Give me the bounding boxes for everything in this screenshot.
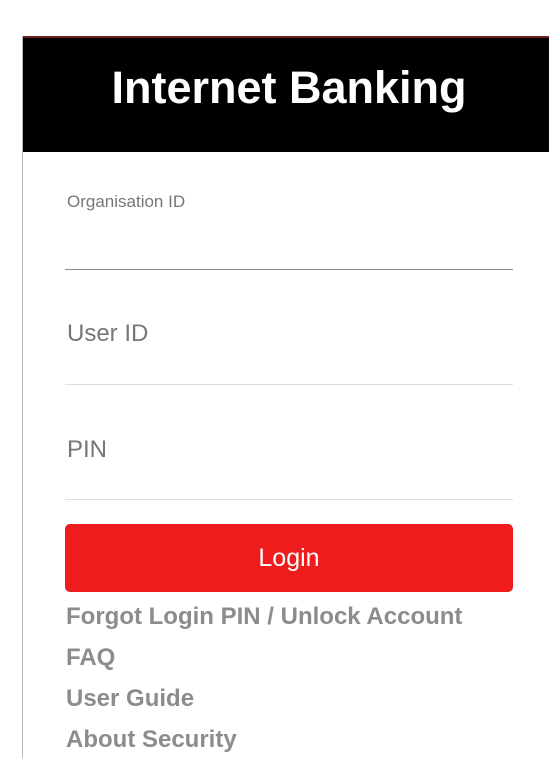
- forgot-pin-link[interactable]: Forgot Login PIN / Unlock Account: [66, 596, 536, 637]
- user-guide-link[interactable]: User Guide: [66, 678, 536, 719]
- user-id-field: [65, 306, 513, 385]
- pin-input[interactable]: [65, 422, 513, 478]
- login-panel: Internet Banking Organisation ID Login F…: [22, 36, 549, 758]
- help-links: Forgot Login PIN / Unlock Account FAQ Us…: [66, 596, 536, 758]
- about-security-link[interactable]: About Security: [66, 719, 536, 758]
- organisation-id-input[interactable]: [65, 229, 513, 269]
- organisation-id-field: Organisation ID: [65, 186, 513, 270]
- login-button[interactable]: Login: [65, 524, 513, 592]
- user-id-input[interactable]: [65, 306, 513, 362]
- header-bar: Internet Banking: [23, 36, 549, 152]
- organisation-id-label: Organisation ID: [67, 192, 186, 211]
- login-page: Internet Banking Organisation ID Login F…: [0, 0, 549, 758]
- faq-link[interactable]: FAQ: [66, 637, 536, 678]
- page-title: Internet Banking: [111, 62, 467, 113]
- pin-field: [65, 422, 513, 500]
